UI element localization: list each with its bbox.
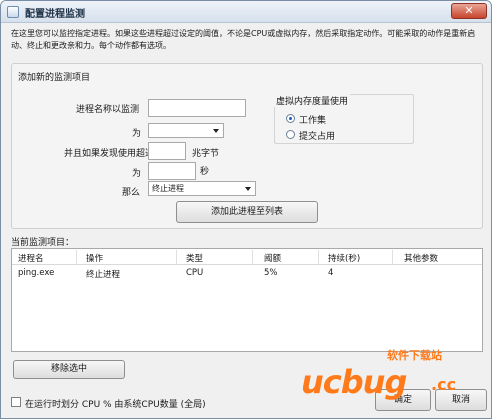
app-icon xyxy=(7,6,19,18)
list-header: 进程名 操作 类型 阈额 持续(秒) 其他参数 xyxy=(12,249,482,265)
description-text: 在这里您可以监控指定进程。如果这些进程超过设定的阈值，不论是CPU或虚拟内存，然… xyxy=(11,29,476,50)
for2-label: 为 xyxy=(132,169,142,179)
close-button[interactable]: ✕ xyxy=(451,3,487,19)
working-set-radio[interactable] xyxy=(286,114,295,123)
col-separator xyxy=(76,250,77,264)
chevron-down-icon xyxy=(213,129,219,133)
action-select[interactable]: 终止进程 xyxy=(148,181,256,196)
commit-label: 提交占用 xyxy=(299,132,336,142)
row-process-name: ping.exe xyxy=(18,268,55,278)
dialog-window: 配置进程监测 ✕ 在这里您可以监控指定进程。如果这些进程超过设定的阈值，不论是C… xyxy=(0,0,492,419)
chevron-down-icon xyxy=(245,187,251,191)
remove-selected-button[interactable]: 移除选中 xyxy=(13,360,125,379)
ok-button[interactable]: 确定 xyxy=(375,389,431,411)
col-other[interactable]: 其他参数 xyxy=(404,252,438,264)
col-separator xyxy=(392,250,393,264)
current-list-label: 当前监测项目： xyxy=(11,238,75,248)
add-monitor-group: 添加新的监测项目 进程名称以监测 为 并且如果发现使用超过 兆字节 为 秒 那么… xyxy=(11,63,483,229)
col-separator xyxy=(252,250,253,264)
col-duration[interactable]: 持续(秒) xyxy=(328,252,360,264)
cancel-button[interactable]: 取消 xyxy=(435,389,487,411)
commit-radio[interactable] xyxy=(286,130,295,139)
row-duration: 4 xyxy=(328,268,334,278)
working-set-label: 工作集 xyxy=(299,116,327,126)
row-action: 终止进程 xyxy=(86,270,121,280)
add-to-list-button[interactable]: 添加此进程至列表 xyxy=(176,201,318,223)
col-action[interactable]: 操作 xyxy=(86,252,103,264)
for-label: 为 xyxy=(132,129,142,139)
col-separator xyxy=(318,250,319,264)
resource-type-select[interactable] xyxy=(148,123,224,138)
threshold-input[interactable] xyxy=(148,142,186,160)
process-name-input[interactable] xyxy=(148,99,246,117)
vm-group-title: 虚拟内存度量使用 xyxy=(274,94,351,107)
col-process-name[interactable]: 进程名 xyxy=(18,252,44,264)
window-title: 配置进程监测 xyxy=(25,9,85,20)
exceed-label: 并且如果发现使用超过 xyxy=(64,149,155,159)
row-threshold: 5% xyxy=(264,268,278,278)
row-type: CPU xyxy=(186,268,204,278)
threshold-unit: 兆字节 xyxy=(192,149,220,159)
col-separator xyxy=(176,250,177,264)
group-title: 添加新的监测项目 xyxy=(18,73,91,83)
cpu-divide-label: 在运行时划分 CPU % 由系统CPU数量 (全局) xyxy=(25,400,206,410)
monitor-list[interactable]: 进程名 操作 类型 阈额 持续(秒) 其他参数 ping.exe 终止进程 CP… xyxy=(11,248,483,352)
action-value: 终止进程 xyxy=(152,184,184,193)
duration-input[interactable] xyxy=(148,162,196,180)
process-name-label: 进程名称以监测 xyxy=(76,105,140,115)
title-bar: 配置进程监测 ✕ xyxy=(1,1,491,23)
then-label: 那么 xyxy=(122,188,141,198)
col-threshold[interactable]: 阈额 xyxy=(264,252,281,264)
col-type[interactable]: 类型 xyxy=(186,252,203,264)
seconds-unit: 秒 xyxy=(200,167,210,177)
cpu-divide-checkbox[interactable] xyxy=(11,397,21,407)
